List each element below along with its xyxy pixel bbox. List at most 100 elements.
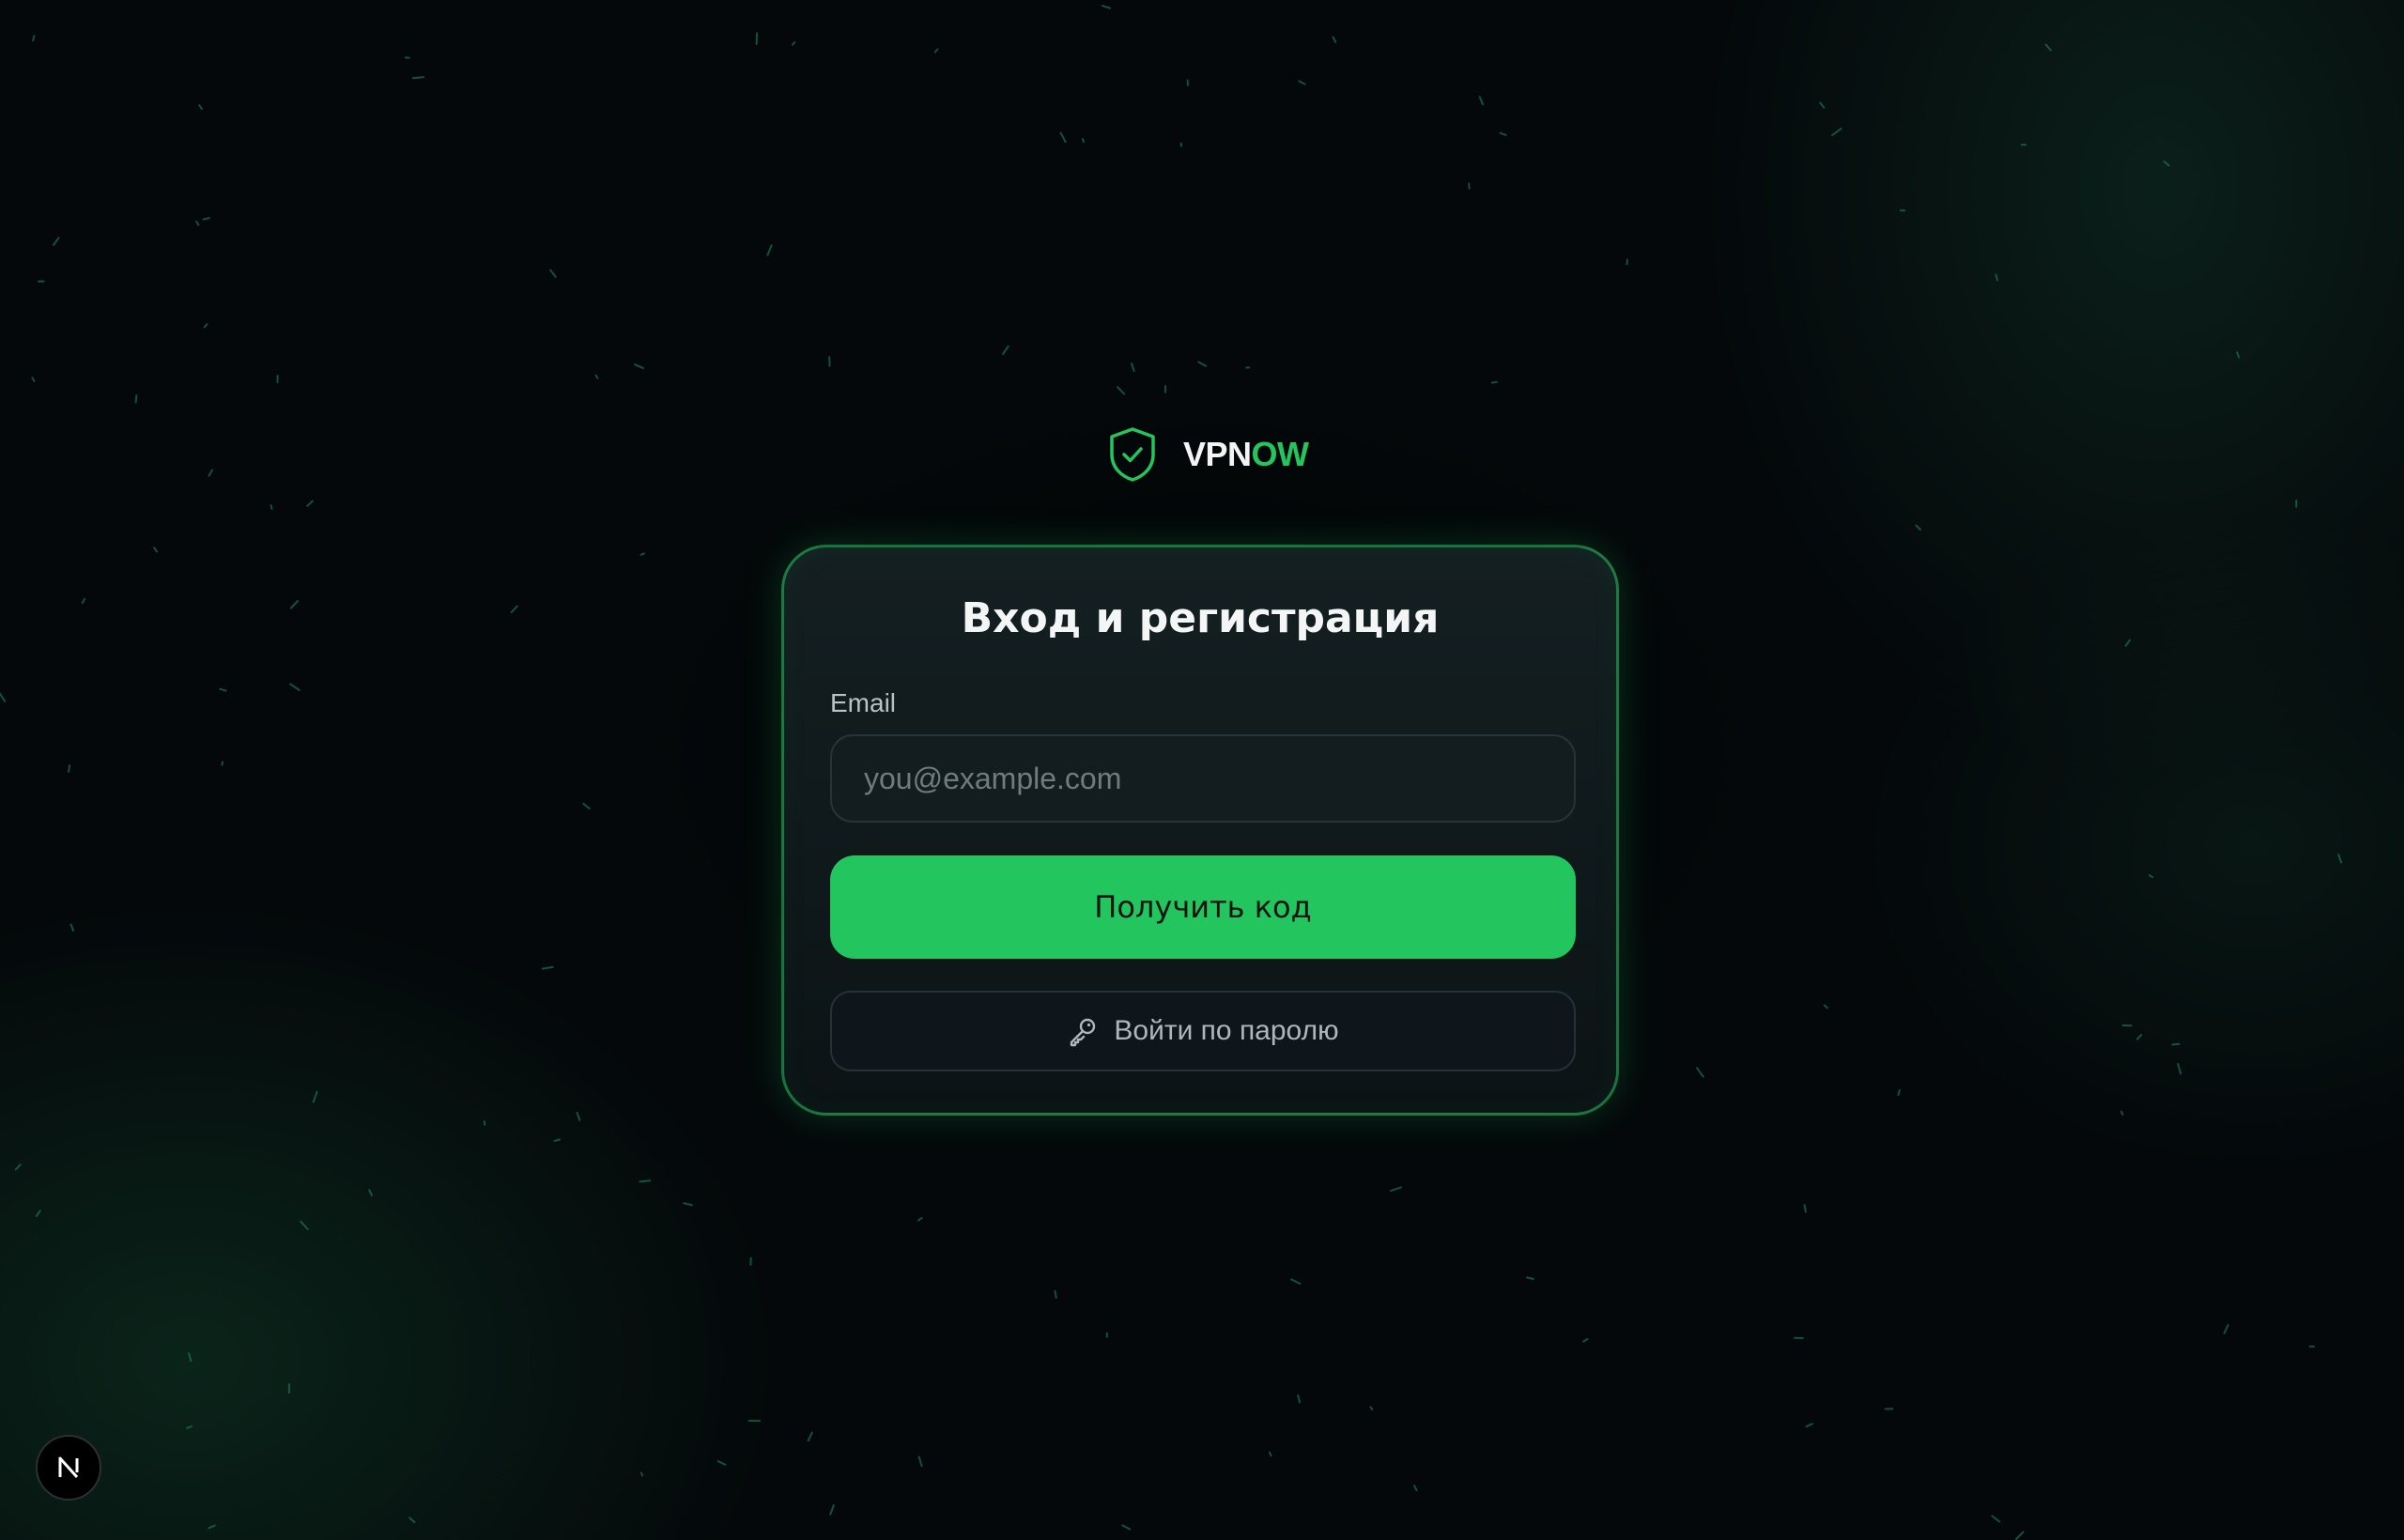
particle (917, 1455, 923, 1468)
particle (2120, 1110, 2124, 1116)
particle (1389, 1186, 1402, 1193)
particle (208, 469, 213, 477)
particle (541, 965, 554, 970)
particle (576, 1111, 581, 1121)
particle (1332, 36, 1337, 43)
particle (1490, 380, 1498, 384)
card-title: Вход и регистрация (961, 594, 1440, 642)
particle (202, 217, 210, 221)
brand-name-accent: OW (1251, 435, 1309, 473)
particle (2177, 1063, 2182, 1075)
particle (411, 76, 425, 80)
particle (683, 1202, 693, 1207)
particle (2223, 1324, 2229, 1334)
particle (1101, 5, 1111, 9)
particle (640, 1471, 644, 1477)
particle (582, 802, 591, 809)
key-icon (1071, 1018, 1096, 1047)
particle (1121, 1524, 1132, 1531)
particle (639, 1179, 652, 1183)
particle (1413, 1485, 1418, 1492)
particle (1117, 386, 1126, 395)
password-login-button[interactable]: Войти по паролю (830, 991, 1576, 1071)
particle (1831, 128, 1842, 136)
particle (300, 1220, 309, 1230)
particle (270, 504, 273, 510)
particle (791, 41, 796, 46)
particle (1897, 1088, 1901, 1097)
particle (1081, 137, 1085, 144)
particle (717, 1460, 727, 1466)
particle (2149, 874, 2154, 879)
brand-logo: VPN OW (1108, 424, 1309, 485)
particle (1803, 1204, 1807, 1213)
particle (306, 500, 314, 507)
particle (1268, 1451, 1272, 1457)
particle (1499, 131, 1507, 136)
particle (203, 323, 208, 329)
particle (1059, 131, 1067, 144)
particle (153, 547, 159, 553)
particle (221, 761, 224, 766)
particle (1915, 524, 1921, 531)
get-code-button[interactable]: Получить код (830, 855, 1576, 959)
particle (289, 683, 300, 691)
nextjs-logo-icon (58, 1456, 79, 1479)
particle (640, 552, 645, 556)
particle (0, 692, 7, 702)
particle (1526, 1276, 1534, 1280)
particle (2236, 351, 2241, 359)
particle (933, 48, 939, 54)
particle (2044, 43, 2052, 52)
particle (368, 1189, 373, 1196)
particle (195, 220, 200, 226)
particle (2337, 854, 2343, 864)
particle (755, 32, 759, 45)
particle (1819, 101, 1826, 109)
brand-name: VPN OW (1183, 435, 1309, 474)
particle (14, 1163, 22, 1171)
particle (208, 1524, 216, 1530)
particle (1197, 361, 1208, 367)
particle (917, 1216, 923, 1222)
email-input[interactable] (830, 734, 1576, 823)
particle (186, 1425, 193, 1429)
particle (188, 1352, 193, 1363)
particle (35, 1209, 41, 1217)
nextjs-dev-badge[interactable] (36, 1435, 101, 1501)
particle (31, 377, 36, 382)
particle (2015, 1531, 2025, 1540)
particle (1002, 345, 1009, 355)
particle (634, 363, 644, 370)
particle (1297, 1394, 1302, 1404)
particle (1995, 273, 1998, 282)
login-card: Вход и регистрация Email Получить код Во… (781, 545, 1619, 1116)
particle (2163, 161, 2170, 167)
password-login-label: Войти по паролю (1114, 1015, 1339, 1046)
particle (1991, 1515, 2001, 1523)
particle (219, 687, 227, 692)
particle (594, 374, 599, 379)
particle (1369, 1406, 1374, 1410)
particle (2171, 1042, 2181, 1046)
particle (289, 600, 300, 609)
particle (32, 35, 36, 42)
particle (2124, 639, 2131, 647)
particle (1696, 1067, 1704, 1078)
particle (198, 104, 203, 110)
particle (1478, 96, 1485, 106)
particle (766, 244, 773, 256)
particle (549, 269, 557, 278)
particle (510, 605, 518, 614)
particle (81, 597, 86, 604)
particle (408, 1517, 416, 1524)
particle (553, 1138, 561, 1143)
email-label: Email (830, 688, 897, 717)
brand-name-main: VPN (1183, 435, 1252, 473)
particle (1131, 362, 1135, 373)
particle (312, 1090, 318, 1103)
particle (2136, 1034, 2143, 1040)
particle (807, 1431, 813, 1442)
particle (53, 237, 60, 246)
particle (829, 1503, 835, 1516)
